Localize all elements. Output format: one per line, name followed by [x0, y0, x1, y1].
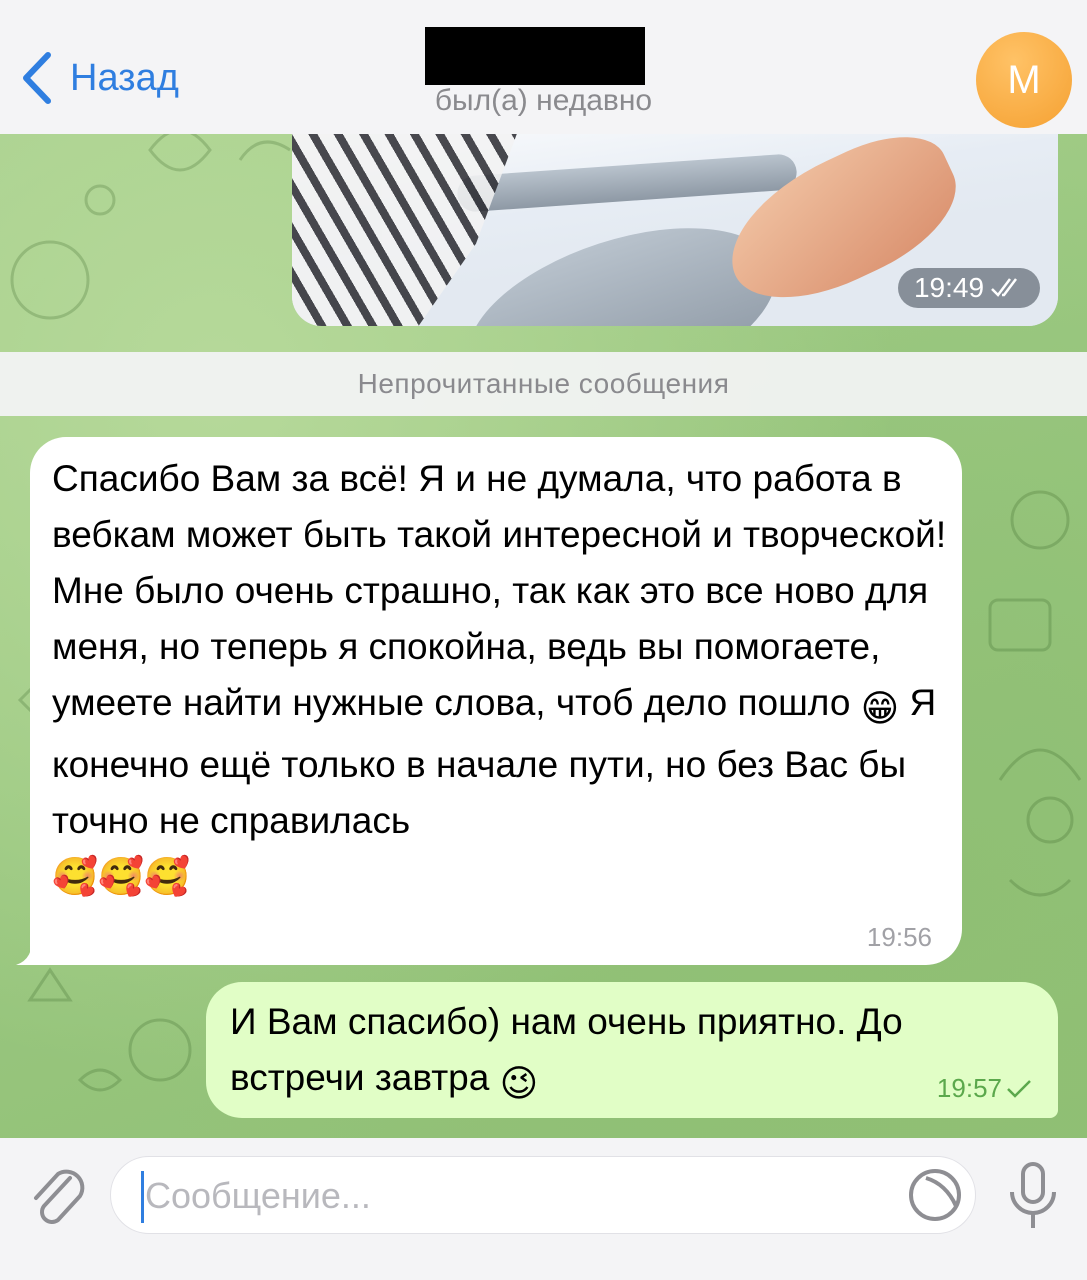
contact-status: был(а) недавно: [434, 84, 653, 117]
incoming-message[interactable]: Спасибо Вам за всё! Я и не думала, что р…: [16, 437, 962, 965]
grinning-emoji: 😁: [860, 688, 900, 729]
check-icon: [1007, 1079, 1031, 1098]
outgoing-text: И Вам спасибо) нам очень приятно. До вст…: [230, 1001, 903, 1098]
outgoing-message-text: И Вам спасибо) нам очень приятно. До вст…: [230, 994, 1040, 1112]
photo-time-badge: 19:49: [898, 268, 1040, 308]
microphone-icon[interactable]: [1004, 1160, 1062, 1232]
chat-header: Назад был(а) недавно М: [0, 0, 1087, 134]
incoming-text-part1: Спасибо Вам за всё! Я и не думала, что р…: [52, 458, 947, 723]
double-check-icon: [991, 278, 1018, 297]
avatar[interactable]: М: [976, 32, 1072, 128]
smiling-hearts-emojis: 🥰🥰🥰: [52, 856, 191, 897]
paperclip-icon[interactable]: [26, 1160, 86, 1230]
incoming-message-text: Спасибо Вам за всё! Я и не думала, что р…: [52, 451, 952, 905]
avatar-letter: М: [1007, 57, 1041, 102]
redacted-contact-name: [425, 27, 645, 85]
bubble-tail-left: [16, 935, 46, 965]
photo-time: 19:49: [913, 272, 985, 303]
winking-emoji: 😉: [499, 1063, 539, 1104]
sticker-icon[interactable]: [906, 1166, 964, 1224]
message-input[interactable]: [143, 1165, 867, 1227]
outgoing-message[interactable]: И Вам спасибо) нам очень приятно. До вст…: [206, 982, 1058, 1118]
message-input-wrap[interactable]: [110, 1156, 976, 1234]
unread-divider-label: Непрочитанные сообщения: [357, 368, 730, 399]
outgoing-message-time: 19:57: [936, 1073, 1002, 1103]
outgoing-message-time-wrap: 19:57: [937, 1073, 1032, 1104]
incoming-message-time: 19:56: [866, 922, 932, 952]
unread-divider: Непрочитанные сообщения: [0, 352, 1087, 416]
